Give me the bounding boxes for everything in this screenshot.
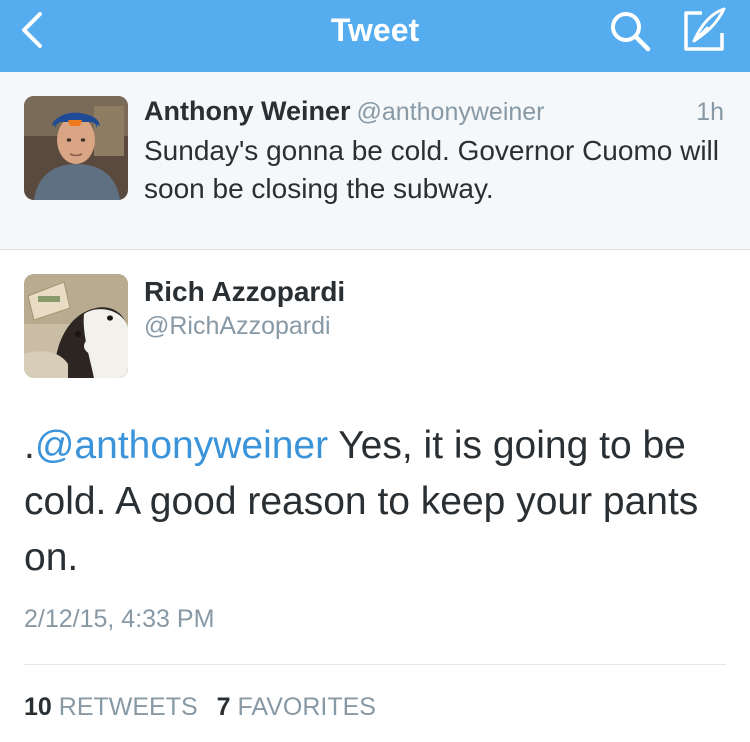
in-reply-to-tweet[interactable]: Anthony Weiner @anthonyweiner 1h Sunday's… — [0, 72, 750, 250]
avatar[interactable] — [24, 274, 128, 378]
tweet-timestamp: 2/12/15, 4:33 PM — [24, 605, 215, 633]
retweets-label: RETWEETS — [58, 693, 198, 721]
chevron-left-icon — [22, 12, 42, 48]
mention-link[interactable]: @anthonyweiner — [35, 424, 328, 467]
compose-icon — [684, 7, 726, 51]
author-name[interactable]: Rich Azzopardi — [144, 274, 345, 310]
reply-to-author: Anthony Weiner @anthonyweiner — [144, 94, 545, 129]
avatar-photo — [24, 274, 128, 378]
search-icon — [611, 12, 651, 52]
avatar[interactable] — [24, 96, 128, 200]
avatar-photo — [24, 96, 128, 200]
retweets-count: 10 — [24, 693, 52, 721]
compose-button[interactable] — [682, 7, 728, 53]
reply-to-handle[interactable]: @anthonyweiner — [357, 98, 545, 126]
reply-to-timestamp: 1h — [696, 98, 724, 126]
search-button[interactable] — [608, 9, 652, 53]
favorites-stat[interactable]: 7 FAVORITES — [217, 693, 376, 721]
divider — [24, 664, 726, 665]
nav-bar: Tweet — [0, 0, 750, 72]
favorites-count: 7 — [216, 693, 231, 721]
reply-to-text: Sunday's gonna be cold. Governor Cuomo w… — [144, 135, 719, 204]
tweet-text-prefix: . — [24, 424, 35, 467]
favorites-label: FAVORITES — [237, 693, 376, 721]
back-button[interactable] — [14, 10, 54, 50]
tweet-stats: 10 RETWEETS 7 FAVORITES — [24, 690, 388, 724]
reply-to-name[interactable]: Anthony Weiner — [144, 96, 351, 126]
retweets-stat[interactable]: 10 RETWEETS — [24, 693, 198, 721]
author-handle[interactable]: @RichAzzopardi — [144, 310, 331, 342]
tweet-text: .@anthonyweiner Yes, it is going to be c… — [24, 418, 730, 586]
